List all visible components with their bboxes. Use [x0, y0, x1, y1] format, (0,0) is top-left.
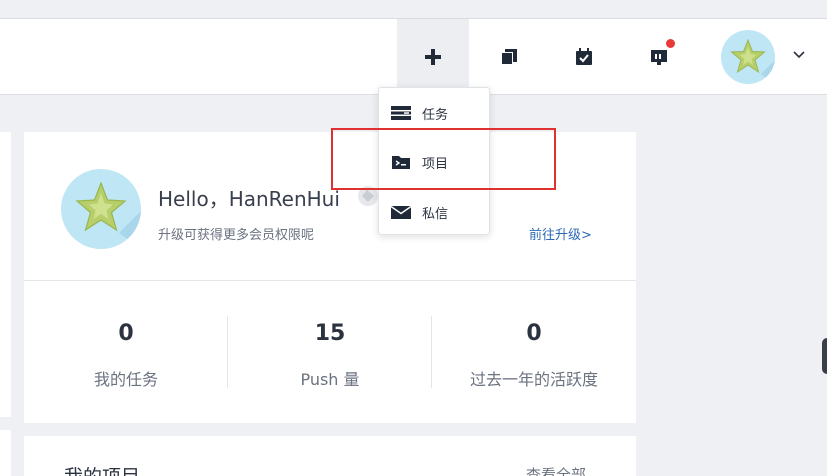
- documents-icon: [501, 49, 517, 65]
- stat-label: 过去一年的活跃度: [469, 370, 598, 389]
- documents-button[interactable]: [473, 19, 545, 95]
- header: [0, 18, 827, 95]
- projects-card: 我的项目 查看全部: [24, 436, 636, 476]
- calendar-check-icon: [576, 48, 592, 65]
- notification-dot: [666, 39, 675, 48]
- stat-activity[interactable]: 0 过去一年的活跃度: [432, 280, 636, 423]
- side-handle[interactable]: [822, 338, 827, 374]
- create-button[interactable]: [397, 19, 469, 95]
- menu-item-label: 私信: [422, 206, 449, 222]
- user-avatar[interactable]: [721, 30, 775, 84]
- highlight-box: [331, 128, 556, 190]
- menu-item-message[interactable]: 私信: [379, 192, 489, 232]
- profile-avatar: [61, 169, 141, 249]
- chevron-down-icon[interactable]: [792, 50, 806, 60]
- greeting-text: Hello，HanRenHui: [158, 187, 340, 211]
- star-avatar-icon: [75, 181, 141, 249]
- left-panel-lower: [0, 430, 11, 476]
- upgrade-link[interactable]: 前往升级>: [529, 224, 592, 243]
- stat-push-count[interactable]: 15 Push 量: [228, 280, 432, 423]
- stat-label: 我的任务: [93, 370, 158, 389]
- projects-title: 我的项目: [64, 462, 140, 476]
- star-avatar-icon: [730, 38, 775, 84]
- stat-value: 0: [526, 321, 542, 346]
- mail-icon: [391, 205, 411, 219]
- board-icon: [651, 50, 667, 65]
- view-all-link[interactable]: 查看全部: [526, 464, 586, 476]
- task-icon: [391, 106, 411, 120]
- left-panel: [0, 132, 11, 417]
- menu-item-task[interactable]: 任务: [379, 93, 489, 133]
- board-button[interactable]: [623, 19, 695, 95]
- stat-value: 0: [118, 321, 134, 346]
- upgrade-tip: 升级可获得更多会员权限呢: [158, 228, 315, 243]
- menu-item-label: 任务: [422, 107, 449, 123]
- top-bar: [0, 0, 827, 18]
- stat-my-tasks[interactable]: 0 我的任务: [24, 280, 228, 423]
- calendar-button[interactable]: [548, 19, 620, 95]
- plus-icon: [425, 49, 441, 65]
- stat-label: Push 量: [300, 370, 360, 389]
- stat-value: 15: [314, 321, 346, 346]
